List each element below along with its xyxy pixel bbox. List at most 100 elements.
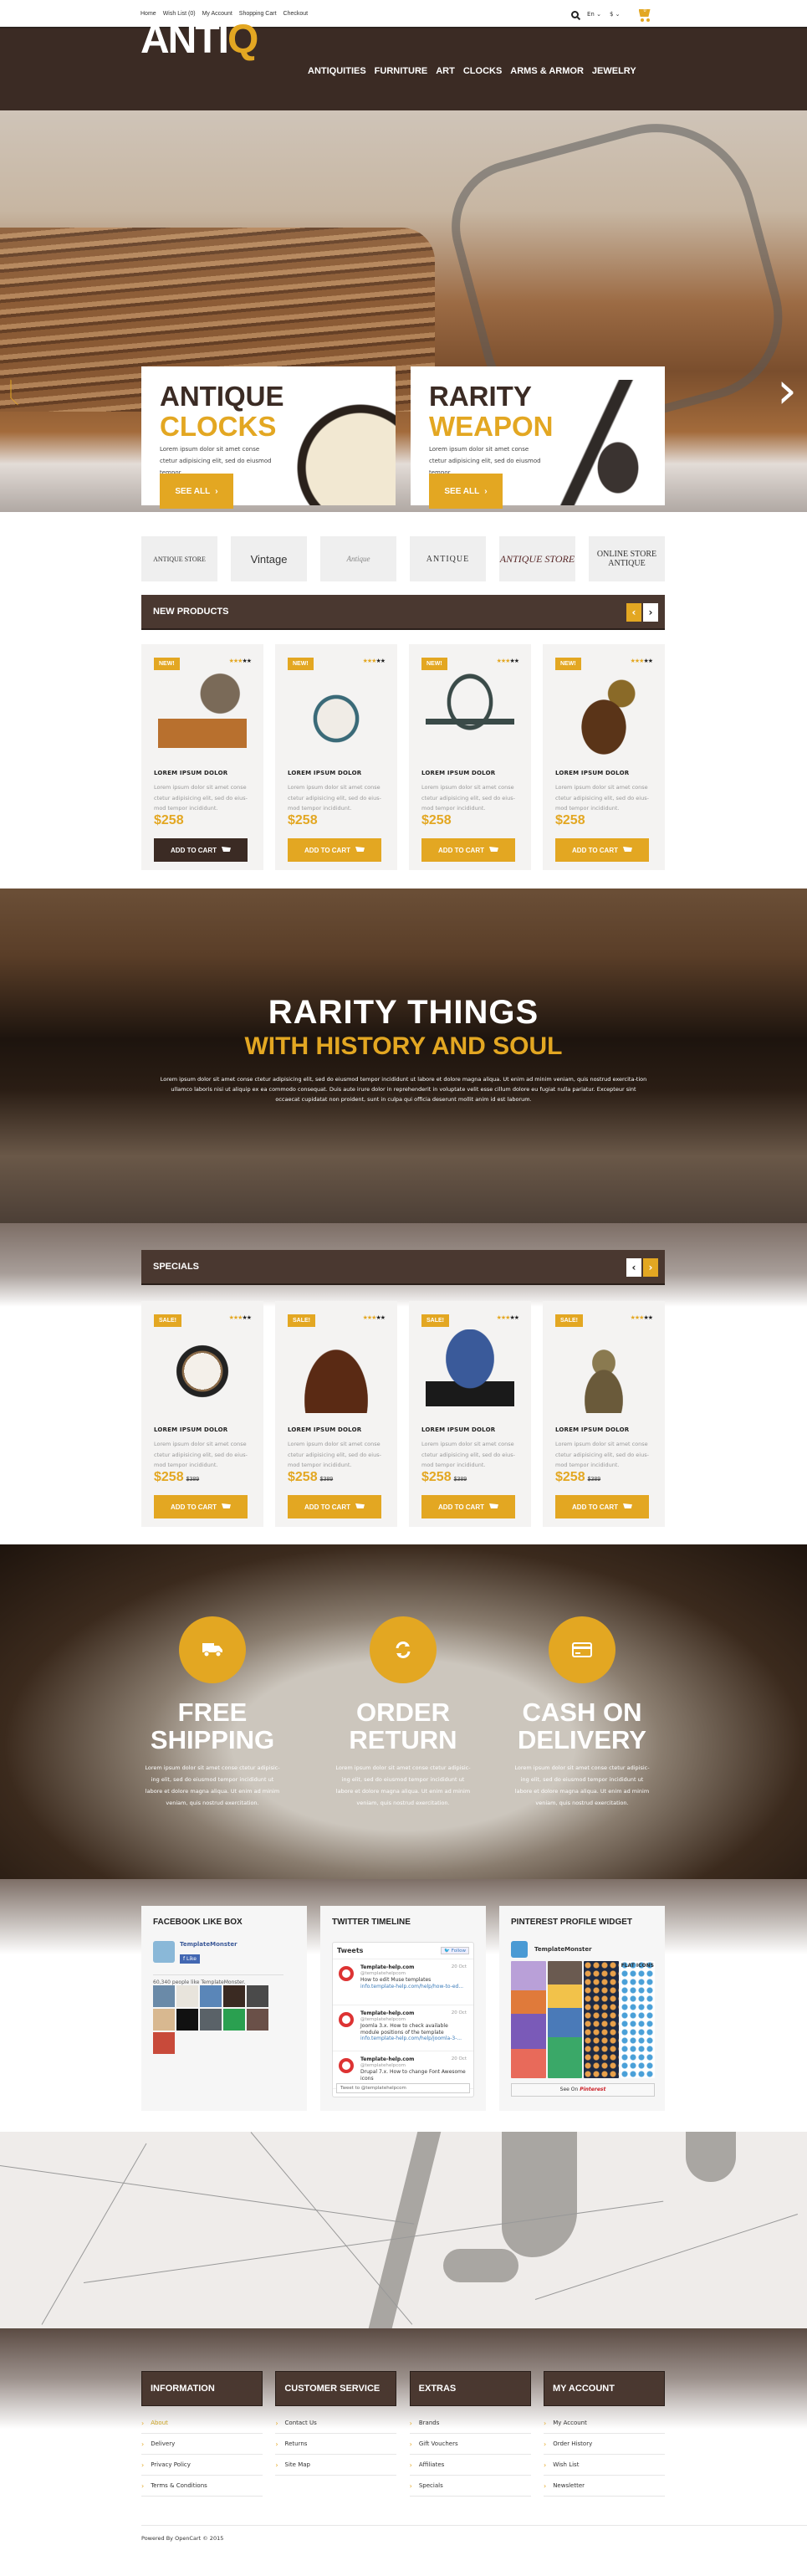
brand-logo[interactable]: ANTIQUE STORE <box>141 536 217 581</box>
tweet[interactable]: Template-help.com 20 Oct @templatehelpco… <box>333 2005 473 2051</box>
fan-avatar[interactable] <box>247 2009 268 2031</box>
cart-wheel <box>640 18 644 22</box>
top-link-wishlist[interactable]: Wish List (0) <box>163 11 196 17</box>
add-to-cart-button[interactable]: ADD TO CART <box>288 1495 381 1518</box>
product-name[interactable]: LOREM IPSUM DOLOR <box>288 770 361 776</box>
currency-select[interactable]: $ ⌄ <box>610 11 621 18</box>
fan-avatar[interactable] <box>176 2009 198 2031</box>
facebook-like-button[interactable]: f Like <box>180 1954 200 1964</box>
footer-link[interactable]: › Contact Us <box>275 2413 397 2434</box>
cart-icon[interactable]: 0 <box>637 7 652 22</box>
footer-link[interactable]: › My Account <box>543 2413 665 2434</box>
top-link-home[interactable]: Home <box>140 11 156 17</box>
add-to-cart-button[interactable]: ADD TO CART <box>421 1495 515 1518</box>
pinterest-profile[interactable]: TemplateMonster <box>511 1941 592 1958</box>
tweet[interactable]: Template-help.com 20 Oct @templatehelpco… <box>333 1959 473 2005</box>
footer-link[interactable]: › Order History <box>543 2434 665 2455</box>
brand-logo[interactable]: Vintage <box>231 536 307 581</box>
product-image[interactable] <box>426 1329 514 1413</box>
add-to-cart-button[interactable]: ADD TO CART <box>421 838 515 862</box>
footer-link[interactable]: › Wish List <box>543 2455 665 2476</box>
tweet-input[interactable]: Tweet to @templatehelpcom <box>336 2083 470 2093</box>
carousel-next-button[interactable]: › <box>643 1258 658 1277</box>
fan-avatar[interactable] <box>153 2009 175 2031</box>
fan-avatar[interactable] <box>153 1985 175 2007</box>
carousel-prev-button[interactable]: ‹ <box>626 603 641 622</box>
product-name[interactable]: LOREM IPSUM DOLOR <box>421 1426 495 1433</box>
product-name[interactable]: LOREM IPSUM DOLOR <box>154 1426 227 1433</box>
footer-link[interactable]: › Specials <box>409 2476 531 2497</box>
nav-jewelry[interactable]: JEWELRY <box>592 66 636 76</box>
price-current: $258 <box>555 813 585 827</box>
footer-link[interactable]: › Terms & Conditions <box>141 2476 263 2497</box>
search-icon[interactable] <box>571 10 579 18</box>
see-on-pinterest-button[interactable]: See On Pinterest <box>511 2083 655 2097</box>
fan-avatar[interactable] <box>200 2009 222 2031</box>
pin-image[interactable] <box>511 1961 546 2078</box>
pin-image-flat-icons[interactable]: FLAT ICONS <box>620 1961 655 2078</box>
fan-avatar[interactable] <box>247 1985 268 2007</box>
footer-link[interactable]: › Brands <box>409 2413 531 2434</box>
page-name[interactable]: TemplateMonster <box>180 1941 238 1948</box>
see-all-button[interactable]: SEE ALL › <box>160 474 233 509</box>
carousel-prev-button[interactable]: ‹ <box>626 1258 641 1277</box>
footer-link[interactable]: › Newsletter <box>543 2476 665 2497</box>
tweet-link[interactable]: info.template-help.com/help/joomla-3-... <box>360 2036 468 2042</box>
product-image[interactable] <box>559 1329 648 1413</box>
product-name[interactable]: LOREM IPSUM DOLOR <box>288 1426 361 1433</box>
location-map[interactable] <box>0 2132 807 2328</box>
pin-image[interactable] <box>584 1961 619 2078</box>
brand-logo[interactable]: ANTIQUE STORE <box>499 536 575 581</box>
product-image[interactable] <box>158 673 247 756</box>
add-to-cart-button[interactable]: ADD TO CART <box>154 838 248 862</box>
add-to-cart-button[interactable]: ADD TO CART <box>154 1495 248 1518</box>
footer-link[interactable]: › Site Map <box>275 2455 397 2476</box>
nav-furniture[interactable]: FURNITURE <box>375 66 428 76</box>
language-select[interactable]: En ⌄ <box>587 11 601 18</box>
star-icon: ★ <box>513 1314 519 1321</box>
product-image[interactable] <box>292 673 381 756</box>
product-name[interactable]: LOREM IPSUM DOLOR <box>555 1426 629 1433</box>
brand-logo[interactable]: ONLINE STORE ANTIQUE <box>589 536 665 581</box>
top-link-cart[interactable]: Shopping Cart <box>239 11 277 17</box>
product-name[interactable]: LOREM IPSUM DOLOR <box>154 770 227 776</box>
top-link-account[interactable]: My Account <box>202 11 232 17</box>
chevron-right-icon[interactable] <box>777 374 792 411</box>
fan-avatar[interactable] <box>176 1985 198 2007</box>
product-description: Lorem ipsum dolor sit amet conse ctetur … <box>154 1441 248 1468</box>
product-name[interactable]: LOREM IPSUM DOLOR <box>555 770 629 776</box>
nav-clocks[interactable]: CLOCKS <box>463 66 502 76</box>
product-image[interactable] <box>559 673 648 756</box>
footer-link[interactable]: › Gift Vouchers <box>409 2434 531 2455</box>
footer-link[interactable]: › Privacy Policy <box>141 2455 263 2476</box>
tweet-link[interactable]: info.template-help.com/help/how-to-ed... <box>360 1984 468 1990</box>
product-image[interactable] <box>292 1329 381 1413</box>
footer-link[interactable]: › About <box>141 2413 263 2434</box>
product-image[interactable] <box>158 1329 247 1413</box>
add-to-cart-button[interactable]: ADD TO CART <box>555 838 649 862</box>
nav-art[interactable]: ART <box>436 66 455 76</box>
brand-logo[interactable]: ANTIQUE <box>410 536 486 581</box>
add-to-cart-button[interactable]: ADD TO CART <box>555 1495 649 1518</box>
fan-avatar[interactable] <box>153 2032 175 2054</box>
nav-antiquities[interactable]: ANTIQUITIES <box>308 66 366 76</box>
carousel-nav: ‹ › <box>626 1258 658 1277</box>
carousel-next-button[interactable]: › <box>643 603 658 622</box>
logo[interactable]: ANTIQ <box>140 17 258 63</box>
follow-button[interactable]: 🐦 Follow <box>441 1947 469 1954</box>
footer-link[interactable]: › Affiliates <box>409 2455 531 2476</box>
fan-avatar[interactable] <box>223 1985 245 2007</box>
top-link-checkout[interactable]: Checkout <box>283 11 309 17</box>
page-avatar[interactable] <box>153 1941 175 1963</box>
add-to-cart-button[interactable]: ADD TO CART <box>288 838 381 862</box>
see-all-button[interactable]: SEE ALL › <box>429 474 503 509</box>
pin-image[interactable] <box>547 1961 582 2078</box>
fan-avatar[interactable] <box>223 2009 245 2031</box>
footer-link[interactable]: › Returns <box>275 2434 397 2455</box>
brand-logo[interactable]: Antique <box>320 536 396 581</box>
footer-link[interactable]: › Delivery <box>141 2434 263 2455</box>
nav-arms-armor[interactable]: ARMS & ARMOR <box>510 66 584 76</box>
product-name[interactable]: LOREM IPSUM DOLOR <box>421 770 495 776</box>
fan-avatar[interactable] <box>200 1985 222 2007</box>
product-image[interactable] <box>426 673 514 756</box>
